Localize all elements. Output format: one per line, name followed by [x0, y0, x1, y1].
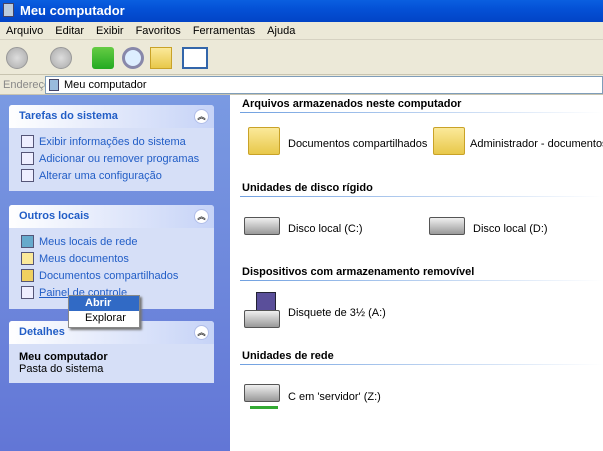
network-icon: [21, 235, 34, 248]
network-cable-icon: [250, 406, 278, 409]
item-label: Disco local (C:): [288, 223, 363, 235]
section-title: Dispositivos com armazenamento removível: [242, 266, 475, 278]
place-shared-documents[interactable]: Documentos compartilhados: [19, 268, 214, 285]
context-open[interactable]: Abrir: [69, 296, 139, 311]
shared-documents-item[interactable]: Documentos compartilhados: [248, 125, 428, 161]
folder-icon: [433, 127, 465, 155]
control-panel-icon: [21, 286, 34, 299]
section-divider: [240, 196, 603, 197]
hard-disk-icon: [244, 217, 280, 235]
forward-icon[interactable]: [50, 47, 72, 69]
task-label: Exibir informações do sistema: [39, 136, 186, 148]
admin-documents-item[interactable]: Administrador - documentos: [433, 125, 603, 161]
other-places-panel: Outros locais ︽ Meus locais de rede Meus …: [9, 205, 214, 309]
up-folder-icon[interactable]: [92, 47, 114, 69]
menu-favoritos[interactable]: Favoritos: [130, 22, 187, 37]
collapse-chevron-icon[interactable]: ︽: [194, 209, 209, 224]
system-info-icon: [21, 135, 34, 148]
section-divider: [240, 280, 603, 281]
task-label: Alterar uma configuração: [39, 170, 162, 182]
item-label: C em 'servidor' (Z:): [288, 391, 381, 403]
floppy-icon: [256, 292, 276, 312]
search-icon[interactable]: [122, 47, 144, 69]
section-title: Unidades de disco rígido: [242, 182, 373, 194]
task-change-setting[interactable]: Alterar uma configuração: [19, 168, 214, 185]
toolbar: [0, 40, 603, 75]
details-name: Meu computador: [19, 351, 108, 363]
computer-icon: [3, 3, 14, 17]
place-label: Documentos compartilhados: [39, 270, 179, 282]
add-remove-icon: [21, 152, 34, 165]
title-bar: Meu computador: [0, 0, 603, 22]
panel-title: Tarefas do sistema: [19, 110, 118, 122]
item-label: Documentos compartilhados: [288, 138, 428, 150]
task-add-remove[interactable]: Adicionar ou remover programas: [19, 151, 214, 168]
panel-header[interactable]: Tarefas do sistema ︽: [9, 105, 214, 128]
menu-exibir[interactable]: Exibir: [90, 22, 130, 37]
folder-icon: [248, 127, 280, 155]
system-tasks-panel: Tarefas do sistema ︽ Exibir informações d…: [9, 105, 214, 191]
panel-title: Outros locais: [19, 210, 90, 222]
item-label: Disco local (D:): [473, 223, 548, 235]
window-title: Meu computador: [20, 3, 125, 18]
folder-icon: [21, 269, 34, 282]
section-title: Unidades de rede: [242, 350, 334, 362]
content-pane: Arquivos armazenados neste computador Do…: [230, 95, 603, 451]
panel-title: Detalhes: [19, 326, 65, 338]
menu-bar: Arquivo Editar Exibir Favoritos Ferramentas A…: [0, 22, 603, 40]
task-pane: Tarefas do sistema ︽ Exibir informações d…: [0, 95, 230, 451]
section-divider: [240, 364, 603, 365]
place-my-documents[interactable]: Meus documentos: [19, 251, 214, 268]
drive-icon: [244, 310, 280, 328]
item-label: Administrador - documentos: [470, 138, 603, 150]
views-icon[interactable]: [182, 47, 208, 69]
context-menu: Abrir Explorar: [68, 295, 140, 328]
disk-c-item[interactable]: Disco local (C:): [244, 213, 394, 241]
network-drive-icon: [244, 384, 280, 402]
place-network[interactable]: Meus locais de rede: [19, 234, 214, 251]
address-label: Endereço: [3, 79, 51, 91]
context-explore[interactable]: Explorar: [69, 311, 139, 326]
task-system-info[interactable]: Exibir informações do sistema: [19, 134, 214, 151]
collapse-chevron-icon[interactable]: ︽: [194, 325, 209, 340]
network-drive-z-item[interactable]: C em 'servidor' (Z:): [244, 380, 404, 416]
disk-d-item[interactable]: Disco local (D:): [429, 213, 579, 241]
panel-header[interactable]: Outros locais ︽: [9, 205, 214, 228]
my-documents-icon: [21, 252, 34, 265]
menu-arquivo[interactable]: Arquivo: [0, 22, 49, 37]
floppy-a-item[interactable]: Disquete de 3½ (A:): [244, 292, 404, 334]
hard-disk-icon: [429, 217, 465, 235]
menu-ajuda[interactable]: Ajuda: [261, 22, 301, 37]
folders-icon[interactable]: [150, 47, 172, 69]
address-input[interactable]: Meu computador: [45, 76, 603, 94]
menu-ferramentas[interactable]: Ferramentas: [187, 22, 261, 37]
place-label: Meus locais de rede: [39, 236, 138, 248]
place-label: Meus documentos: [39, 253, 129, 265]
collapse-chevron-icon[interactable]: ︽: [194, 109, 209, 124]
address-bar: Endereço Meu computador: [0, 75, 603, 95]
control-panel-icon: [21, 169, 34, 182]
section-title: Arquivos armazenados neste computador: [242, 98, 462, 110]
details-panel: Detalhes ︽ Meu computador Pasta do sistem…: [9, 321, 214, 383]
back-icon[interactable]: [6, 47, 28, 69]
item-label: Disquete de 3½ (A:): [288, 307, 386, 319]
details-description: Pasta do sistema: [19, 363, 104, 375]
task-label: Adicionar ou remover programas: [39, 153, 200, 165]
computer-icon: [49, 79, 59, 91]
address-value: Meu computador: [64, 79, 147, 91]
menu-editar[interactable]: Editar: [49, 22, 90, 37]
section-divider: [240, 112, 603, 113]
